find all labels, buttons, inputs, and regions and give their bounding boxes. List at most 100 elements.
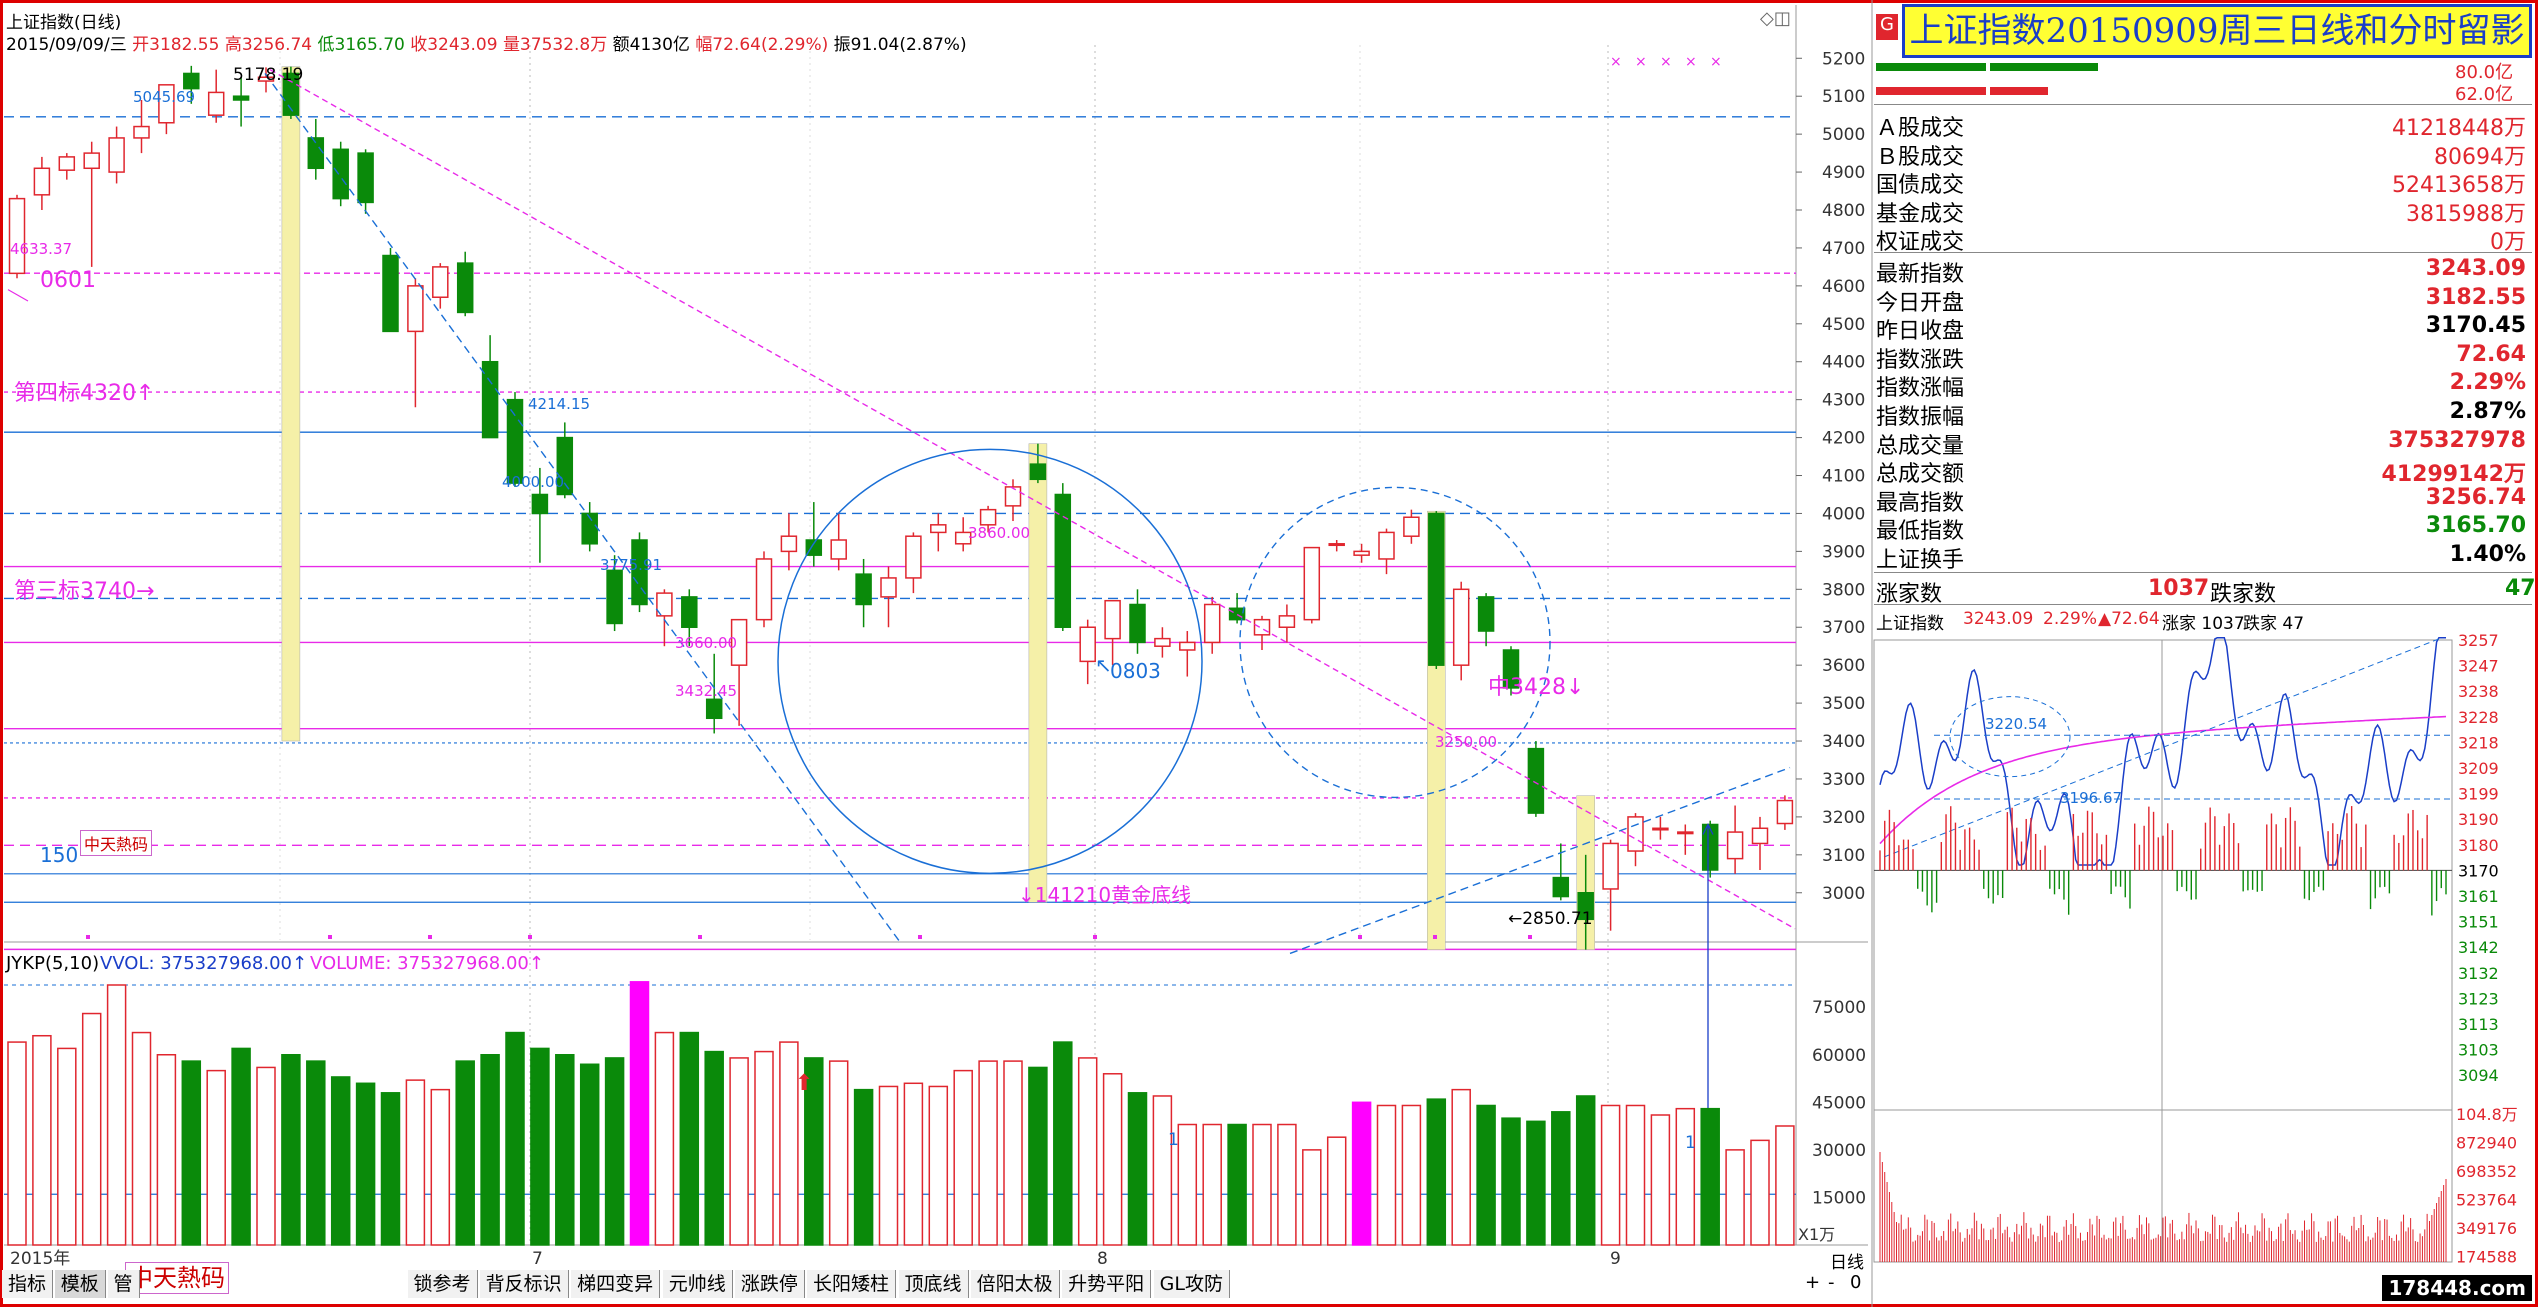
candle[interactable] [1403,516,1420,537]
candle[interactable] [905,535,922,579]
candle[interactable] [1726,831,1744,860]
candle[interactable] [456,262,474,314]
volume-tick-label: 30000 [1812,1141,1866,1161]
candle[interactable] [606,569,623,625]
volume-tick-label: 60000 [1812,1046,1866,1066]
tab-5[interactable]: 梯四变异 [571,1270,661,1298]
candle[interactable] [780,535,798,553]
candle[interactable] [183,72,200,90]
candle[interactable] [1328,543,1345,547]
tab-1[interactable]: 模板 [54,1270,106,1298]
price-tick-label: 3000 [1822,884,1865,904]
candle[interactable] [1751,827,1769,845]
candle[interactable] [1776,799,1794,825]
trendline-blue [264,73,901,943]
candle[interactable] [1477,596,1495,632]
tab-10[interactable]: 倍阳太极 [970,1270,1060,1298]
candle[interactable] [58,156,76,171]
price-tick-label: 4100 [1822,467,1865,487]
volume-bar [555,1054,575,1246]
tab-7[interactable]: 涨跌停 [734,1270,805,1298]
index-label: 今日开盘 [1876,290,1965,316]
candle[interactable] [1428,512,1445,666]
tab-9[interactable]: 顶底线 [898,1270,969,1298]
candle[interactable] [1677,831,1694,835]
candle[interactable] [407,285,424,333]
candle[interactable] [1179,641,1196,651]
candle[interactable] [1154,637,1171,647]
candle[interactable] [1353,550,1370,556]
candle[interactable] [8,197,26,275]
trade-label: Ａ股成交 [1876,116,1965,141]
candle[interactable] [1602,842,1619,890]
candle[interactable] [1029,463,1047,481]
candle[interactable] [705,698,723,720]
tab-0[interactable]: 指标 [2,1270,54,1298]
candle[interactable] [979,508,997,526]
candle[interactable] [382,254,399,333]
candle[interactable] [332,148,349,200]
candle[interactable] [207,91,225,116]
candle[interactable] [357,152,374,204]
candle[interactable] [855,573,872,606]
candle[interactable] [1054,493,1072,628]
annotation-mid: 中3428↓ [1488,675,1584,700]
candle[interactable] [880,577,897,598]
annotation-p3775: 3775.91 [600,556,662,574]
tab-2[interactable]: 管 [107,1270,140,1298]
tab-11[interactable]: 升势平阳 [1062,1270,1152,1298]
volume-bar [1028,1066,1048,1246]
candle[interactable] [1253,618,1271,636]
tab-12[interactable]: GL攻防 [1153,1270,1230,1298]
candle[interactable] [1079,626,1096,663]
index-value: 3243.09 [2425,256,2526,281]
candle[interactable] [232,95,250,101]
volume-bar [1650,1114,1671,1246]
index-label: 指数涨幅 [1876,376,1965,402]
candle[interactable] [83,152,100,170]
annotation-p3660: 3660.00 [675,634,737,652]
tab-8[interactable]: 长阳矮柱 [806,1270,896,1298]
candle[interactable] [33,167,51,196]
annotation-target4: 第四标4320↑ [14,381,154,406]
volume-bar [978,1060,998,1246]
candle[interactable] [930,524,947,534]
candle[interactable] [108,137,125,173]
candle[interactable] [681,596,698,628]
candle[interactable] [1129,603,1146,644]
candle[interactable] [1652,827,1669,831]
zoom-in-button[interactable]: + [1805,1272,1820,1293]
candle[interactable] [755,558,773,621]
tab-6[interactable]: 元帅线 [662,1270,733,1298]
volume-bar [828,1060,849,1246]
candle[interactable] [1452,588,1470,666]
pointer-line [7,289,29,302]
candle[interactable] [506,398,524,484]
candle[interactable] [1627,816,1644,852]
candle[interactable] [531,493,549,515]
candle[interactable] [1552,876,1570,898]
index-row: 最高指数 3256.74 [1876,485,2526,516]
candle[interactable] [1303,546,1321,621]
tab-4[interactable]: 背反标识 [479,1270,569,1298]
zoom-out-button[interactable]: - [1828,1272,1835,1293]
window-restore-icon[interactable]: ◇◫ [1760,8,1791,29]
volume-bar [1376,1104,1397,1246]
candle[interactable] [1004,486,1022,507]
candle[interactable] [1378,531,1395,560]
candle[interactable] [1527,747,1545,814]
price-tick-label: 3300 [1822,770,1865,790]
daily-period-label[interactable]: 日线 [1830,1248,1864,1273]
candle[interactable] [133,125,150,139]
candle[interactable] [432,266,449,298]
candle[interactable] [1228,607,1246,621]
tab-3[interactable]: 锁参考 [407,1270,478,1298]
candle[interactable] [1278,615,1296,628]
price-tick-label: 4600 [1822,277,1865,297]
reset-button[interactable]: 0 [1850,1272,1861,1293]
g-icon[interactable]: G [1876,14,1898,40]
candle[interactable] [830,539,847,560]
candle[interactable] [1104,599,1121,640]
annotation-p4000: 4000.00 [502,473,564,491]
candle[interactable] [1203,603,1221,644]
